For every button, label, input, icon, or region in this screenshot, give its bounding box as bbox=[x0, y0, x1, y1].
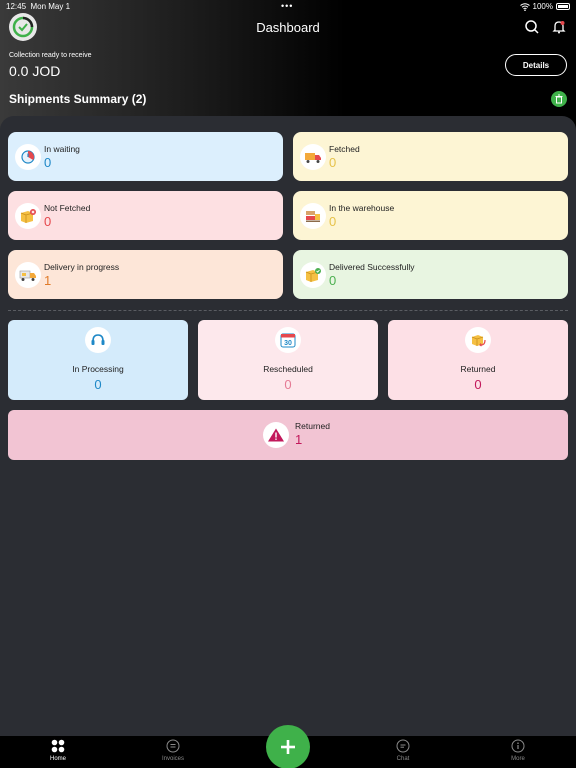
delivery-truck-icon bbox=[15, 261, 41, 288]
shipments-summary-title: Shipments Summary (2) bbox=[9, 92, 147, 106]
status-right: 100% bbox=[519, 2, 570, 11]
status-bar: 12:45 Mon May 1 ••• 100% bbox=[0, 0, 576, 12]
tab-label: Invoices bbox=[161, 756, 184, 762]
status-card-fetched[interactable]: Fetched 0 bbox=[293, 132, 568, 181]
warning-icon bbox=[263, 422, 289, 448]
tab-home[interactable]: Home bbox=[28, 738, 88, 762]
box-return-icon bbox=[465, 327, 491, 353]
card-label: In the warehouse bbox=[329, 203, 395, 213]
card-value: 0 bbox=[329, 155, 337, 170]
card-label: Not Fetched bbox=[44, 203, 91, 213]
truck-icon bbox=[300, 143, 326, 170]
card-value: 1 bbox=[44, 273, 52, 288]
status-card-in-warehouse[interactable]: In the warehouse 0 bbox=[293, 191, 568, 240]
card-value: 0 bbox=[94, 377, 102, 392]
notification-bell-icon[interactable] bbox=[551, 19, 567, 35]
wifi-icon bbox=[519, 2, 530, 11]
calendar-icon: 30 bbox=[275, 327, 301, 353]
multitask-dots: ••• bbox=[281, 1, 294, 11]
status-card-in-waiting[interactable]: In waiting 0 bbox=[8, 132, 283, 181]
section-divider bbox=[8, 310, 568, 311]
card-value: 0 bbox=[329, 273, 337, 288]
card-label: Returned bbox=[460, 364, 496, 374]
home-grid-icon bbox=[28, 738, 88, 754]
tab-label: More bbox=[511, 756, 525, 762]
tab-chat[interactable]: Chat bbox=[373, 738, 433, 762]
card-value: 0 bbox=[44, 155, 52, 170]
status-card-in-processing[interactable]: In Processing 0 bbox=[8, 320, 188, 400]
plus-icon bbox=[281, 740, 295, 754]
card-label: In waiting bbox=[44, 144, 80, 154]
card-label: In Processing bbox=[72, 364, 124, 374]
tab-more[interactable]: More bbox=[488, 738, 548, 762]
card-label: Returned bbox=[295, 421, 330, 431]
more-icon bbox=[488, 738, 548, 754]
status-card-rescheduled[interactable]: 30 Rescheduled 0 bbox=[198, 320, 378, 400]
collection-label: Collection ready to receive bbox=[9, 52, 92, 59]
card-label: Fetched bbox=[329, 144, 360, 154]
status-card-delivery-in-progress[interactable]: Delivery in progress 1 bbox=[8, 250, 283, 299]
headset-icon bbox=[85, 327, 111, 353]
card-label: Delivered Successfully bbox=[329, 262, 415, 272]
card-value: 0 bbox=[474, 377, 482, 392]
card-value: 1 bbox=[295, 432, 303, 447]
page-title: Dashboard bbox=[256, 20, 320, 35]
status-card-delivered-successfully[interactable]: Delivered Successfully 0 bbox=[293, 250, 568, 299]
trash-icon[interactable] bbox=[551, 91, 567, 107]
invoice-icon bbox=[143, 738, 203, 754]
battery-percent: 100% bbox=[532, 2, 553, 11]
card-label: Delivery in progress bbox=[44, 262, 120, 272]
status-card-not-fetched[interactable]: Not Fetched 0 bbox=[8, 191, 283, 240]
box-x-icon bbox=[15, 202, 41, 229]
card-value: 0 bbox=[44, 214, 52, 229]
card-value: 0 bbox=[284, 377, 292, 392]
tab-label: Chat bbox=[396, 756, 410, 762]
box-check-icon bbox=[300, 261, 326, 288]
search-icon[interactable] bbox=[524, 19, 540, 35]
warehouse-icon bbox=[300, 202, 326, 229]
collection-value: 0.0 JOD bbox=[9, 63, 61, 79]
card-label: Rescheduled bbox=[263, 364, 313, 374]
battery-icon bbox=[556, 3, 570, 10]
header: 12:45 Mon May 1 ••• 100% Dashboard Colle… bbox=[0, 0, 576, 130]
status-card-returned-wide[interactable]: Returned 1 bbox=[8, 410, 568, 460]
tab-invoices[interactable]: Invoices bbox=[143, 738, 203, 762]
tab-label: Home bbox=[49, 756, 66, 762]
card-value: 0 bbox=[329, 214, 337, 229]
calendar-day: 30 bbox=[284, 340, 292, 347]
status-card-returned[interactable]: Returned 0 bbox=[388, 320, 568, 400]
chat-icon bbox=[373, 738, 433, 754]
clock-icon bbox=[15, 143, 41, 170]
status-time: 12:45 Mon May 1 bbox=[6, 2, 71, 11]
details-button[interactable]: Details bbox=[505, 54, 567, 76]
add-shipment-button[interactable] bbox=[266, 725, 310, 768]
